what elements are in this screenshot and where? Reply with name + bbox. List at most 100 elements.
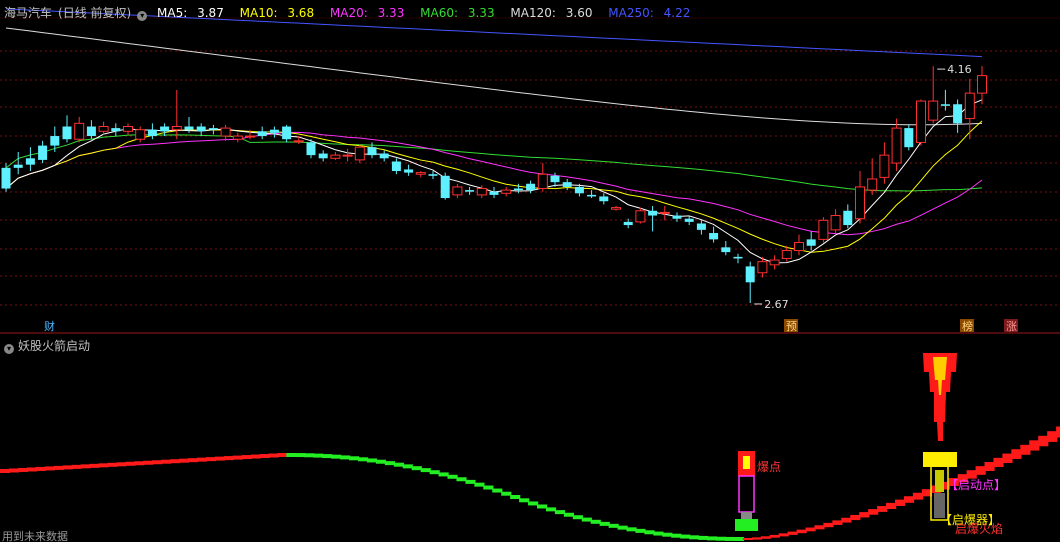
indicator-step [26,467,37,472]
flame-label: 启爆火焰 [955,521,1003,536]
candle-body [611,207,621,210]
candle [977,66,987,105]
candle-body [184,126,194,130]
indicator-step [823,522,834,528]
candle-body [916,100,926,143]
candle-body [843,210,853,226]
candle [489,186,499,199]
indicator-step [384,461,395,466]
candle-body [379,153,389,159]
indicator-step [179,458,190,463]
explosion-frame [738,475,755,513]
candle-body [160,126,170,132]
indicator-step [895,499,906,506]
indicator-step [724,536,736,541]
chart-canvas[interactable]: 4.162.67财预榜涨爆点【启动点】【启爆器】启爆火焰 [0,0,1060,542]
candle-body [330,154,341,159]
candle [147,123,157,140]
candle [599,193,609,205]
marker-bang: 榜 [962,319,973,333]
candle-body [709,233,719,240]
indicator-step [841,517,852,523]
indicator-step [286,453,297,457]
marker-yu: 预 [786,320,797,333]
indicator-step [644,530,655,535]
candle-body [257,131,267,137]
indicator-step [241,455,252,460]
indicator-step [1038,435,1049,447]
candle [257,126,267,140]
candle-body [25,158,35,165]
indicator-step [751,537,762,540]
candle [123,123,133,135]
indicator-step [1056,426,1060,438]
rocket-nose [923,452,957,467]
indicator-step [1047,431,1058,442]
candle [342,148,353,162]
indicator-step [304,453,315,458]
candle-body [111,128,121,132]
indicator-step [358,457,369,462]
candle-body [269,129,279,133]
chevron-down-icon[interactable]: ▾ [4,344,14,354]
indicator-step [877,506,888,512]
candle-body [318,153,328,159]
indicator-step [984,462,995,471]
candle [818,217,829,243]
candle [330,151,341,160]
indicator-step [545,507,557,512]
candle-body [391,161,401,172]
ma120-line [5,27,983,126]
candle [404,164,414,176]
ma20-legend: MA20: 3.33 [329,6,405,20]
candle-body [550,175,560,183]
indicator-steps [0,426,1060,541]
candle [391,158,401,175]
candle-body [940,104,950,106]
indicator-step [8,468,20,473]
indicator-step [805,527,816,532]
indicator-step [35,466,46,471]
candle [208,124,218,135]
candle [440,172,450,200]
candle-body [452,186,463,196]
candle-body [574,186,584,194]
explosion-ground [735,519,758,531]
candle-body [98,126,109,132]
indicator-step [1020,444,1031,455]
candle [940,89,950,111]
stage: 4.16 2.67 财预榜涨爆点 【启动点】 【启爆器】 启爆火焰 海马汽车 (日线 前复权… [0,0,1060,542]
indicator-step [143,460,154,465]
indicator-step [671,533,682,538]
period-label: (日线 前复权) [58,6,132,20]
indicator-step [635,528,646,533]
candle [855,171,865,224]
indicator-step [653,531,664,536]
chevron-down-icon[interactable]: ▾ [137,11,148,21]
indicator-step [456,477,467,482]
candle-body [928,100,939,121]
candle-body [672,215,682,219]
candle [843,204,853,229]
candle [25,147,35,172]
candle [879,142,890,184]
start-point-label: 【启动点】 [946,478,1006,492]
candle [709,226,719,243]
indicator-step [420,468,431,473]
candle [562,178,572,191]
candle [830,209,841,235]
candle [415,171,426,178]
indicator-header: ▾ 妖股火箭启动 [4,337,90,354]
candle-body [50,136,60,146]
indicator-step [187,458,199,463]
indicator-step [277,453,288,457]
candle [160,123,170,137]
candle-body [282,126,292,140]
candle [318,150,328,162]
candle-body [428,174,438,176]
indicator-step [89,463,100,468]
indicator-step [617,525,628,530]
indicator-step [98,463,109,468]
indicator-step [295,453,306,458]
candle [587,190,597,199]
